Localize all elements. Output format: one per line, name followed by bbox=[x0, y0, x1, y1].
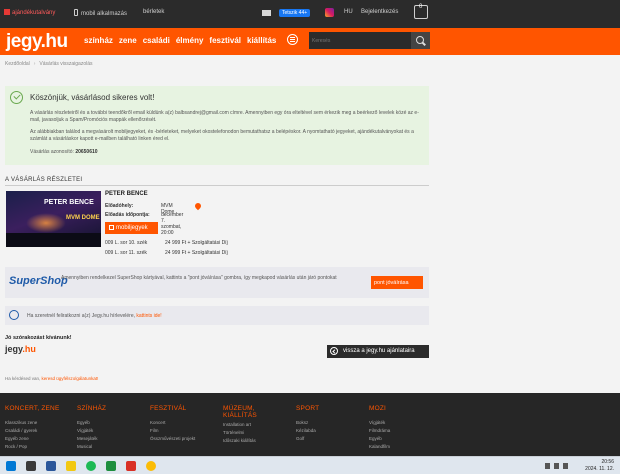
chevron-right-icon: › bbox=[33, 61, 36, 67]
gift-voucher-link[interactable]: ajándékutalvány bbox=[4, 9, 55, 16]
supershop-logo: SuperShop bbox=[9, 275, 68, 287]
language-selector[interactable]: HU bbox=[344, 9, 353, 15]
ticket-row: 009 L. sor 10. szék 24 999 Ft + Szolgálta… bbox=[105, 240, 228, 246]
nav-item-exhibition[interactable]: kiállítás bbox=[247, 36, 276, 45]
goodbye-text: Jó szórakozást kívánunk! bbox=[5, 335, 72, 341]
poster-venue: MVM DOME bbox=[66, 215, 100, 221]
excel-icon[interactable] bbox=[106, 461, 116, 471]
event-poster-image: PETER BENCE MVM DOME bbox=[6, 191, 101, 247]
breadcrumb: Kezdőoldal › Vásárlás visszaigazolás bbox=[5, 61, 93, 67]
newsletter-box: Ha szeretnél feliratkozni a(z) Jegy.hu h… bbox=[5, 306, 429, 325]
mail-icon[interactable] bbox=[262, 10, 271, 16]
nav-item-experience[interactable]: élmény bbox=[176, 36, 204, 45]
nav-item-festival[interactable]: fesztivál bbox=[209, 36, 241, 45]
folder-icon[interactable] bbox=[66, 461, 76, 471]
search-taskbar-icon[interactable] bbox=[26, 461, 36, 471]
breadcrumb-home[interactable]: Kezdőoldal bbox=[5, 61, 30, 67]
browser-icon[interactable] bbox=[46, 461, 56, 471]
chrome-icon[interactable] bbox=[146, 461, 156, 471]
season-tickets-link[interactable]: bérletek bbox=[143, 9, 164, 15]
site-logo[interactable]: jegy.hu bbox=[6, 31, 68, 53]
footer-column-sport: SPORT Boksz Kézilabda Golf bbox=[296, 405, 320, 441]
supershop-text: Amennyiben rendelkezel SuperShop kártyáv… bbox=[61, 275, 337, 281]
site-footer: KONCERT, ZENE Klasszikus zene Családi / … bbox=[0, 393, 620, 456]
event-title: PETER BENCE bbox=[105, 191, 148, 197]
success-message: Köszönjük, vásárlásod sikeres volt! A vá… bbox=[5, 86, 429, 165]
venue-row: Előadóhely: MVM Dome bbox=[105, 203, 175, 215]
footer-column-festival: FESZTIVÁL Koncert Film Összművészeti pro… bbox=[150, 405, 196, 441]
location-pin-icon[interactable] bbox=[193, 201, 203, 211]
newsletter-link[interactable]: kattints ide! bbox=[136, 313, 161, 319]
system-tray-icons[interactable] bbox=[545, 463, 571, 469]
order-id: Vásárlás azonosító: 20650610 bbox=[30, 149, 98, 155]
customer-service-note: Ha kérdésed van, keresd ügyfélszolgálatu… bbox=[5, 376, 99, 381]
supershop-box: SuperShop Amennyiben rendelkezel SuperSh… bbox=[5, 267, 429, 298]
pdf-icon[interactable] bbox=[126, 461, 136, 471]
arrow-left-icon bbox=[330, 347, 338, 355]
ticket-icon bbox=[109, 225, 114, 230]
divider bbox=[5, 185, 429, 186]
email-info-text: A vásárlás részleteiről és a további tee… bbox=[30, 110, 419, 123]
login-link[interactable]: Bejelentkezés bbox=[361, 9, 398, 15]
redeem-points-button[interactable]: pont jóváírása bbox=[371, 276, 423, 289]
nav-item-theatre[interactable]: színház bbox=[84, 36, 113, 45]
mobile-ticket-info-text: Az alábbiakban találod a megvásárolt mob… bbox=[30, 129, 414, 142]
date-row: Előadás időpontja: december 7. szombat, 2… bbox=[105, 212, 184, 236]
nav-item-family[interactable]: családi bbox=[143, 36, 170, 45]
breadcrumb-current: Vásárlás visszaigazolás bbox=[39, 61, 93, 67]
cart-count-badge: 0 bbox=[419, 4, 423, 10]
search-input[interactable] bbox=[309, 32, 411, 49]
phone-icon bbox=[74, 9, 78, 16]
customer-service-link[interactable]: keresd ügyfélszolgálatunkat! bbox=[42, 376, 99, 381]
footer-logo[interactable]: jegy.hu bbox=[5, 344, 36, 354]
search-box bbox=[309, 32, 430, 49]
footer-column-concert: KONCERT, ZENE Klasszikus zene Családi / … bbox=[5, 405, 60, 449]
purchase-details-heading: A VÁSÁRLÁS RÉSZLETEI bbox=[5, 177, 83, 183]
newsletter-icon bbox=[9, 310, 19, 320]
main-nav: színház zene családi élmény fesztivál ki… bbox=[84, 36, 276, 45]
main-header: jegy.hu színház zene családi élmény fesz… bbox=[0, 28, 620, 55]
top-bar: ajándékutalvány mobil alkalmazás bérlete… bbox=[0, 0, 620, 28]
mobile-app-link[interactable]: mobil alkalmazás bbox=[74, 9, 127, 17]
os-taskbar: 20:56 2024. 11. 12. bbox=[0, 456, 620, 474]
footer-column-museum: MÚZEUM, KIÁLLÍTÁS Installation art Törté… bbox=[223, 405, 257, 443]
more-menu-icon[interactable] bbox=[287, 34, 298, 45]
back-to-offers-button[interactable]: vissza a jegy.hu ajánlataira bbox=[327, 345, 429, 358]
start-icon[interactable] bbox=[6, 461, 16, 471]
footer-column-theatre: SZÍNHÁZ Egyéb Vígjáték Mesejáték Musical bbox=[77, 405, 107, 449]
nav-item-music[interactable]: zene bbox=[119, 36, 137, 45]
success-title: Köszönjük, vásárlásod sikeres volt! bbox=[30, 93, 155, 102]
search-icon[interactable] bbox=[411, 32, 430, 49]
spotify-icon[interactable] bbox=[86, 461, 96, 471]
ticket-row: 009 L. sor 11. szék 24 999 Ft + Szolgálta… bbox=[105, 250, 228, 256]
instagram-icon[interactable] bbox=[325, 8, 334, 17]
system-clock[interactable]: 20:56 2024. 11. 12. bbox=[585, 459, 614, 473]
footer-column-cinema: MOZI Vígjáték Filmdráma Egyéb Kalandfilm bbox=[369, 405, 391, 449]
check-circle-icon bbox=[10, 91, 23, 104]
mobile-tickets-button[interactable]: mobiljegyek bbox=[105, 222, 158, 234]
facebook-like-button[interactable]: Tetszik 44+ bbox=[279, 9, 311, 17]
poster-artist: PETER BENCE bbox=[44, 199, 94, 206]
date-value: december 7. szombat, 20:00 bbox=[161, 212, 184, 236]
gift-icon bbox=[4, 9, 10, 15]
